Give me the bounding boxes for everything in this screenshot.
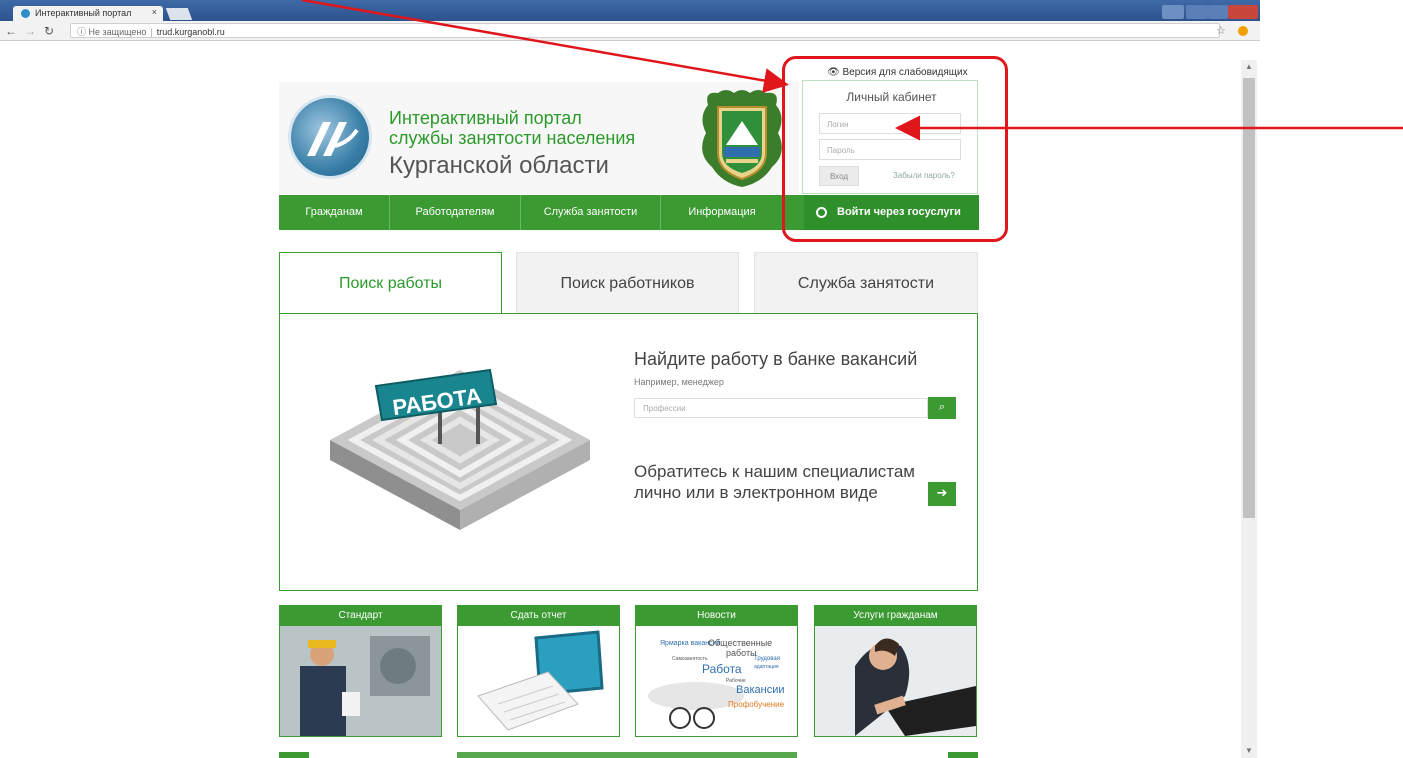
annotation-arrows	[301, 0, 1403, 141]
annotation-arrow	[301, 0, 789, 93]
